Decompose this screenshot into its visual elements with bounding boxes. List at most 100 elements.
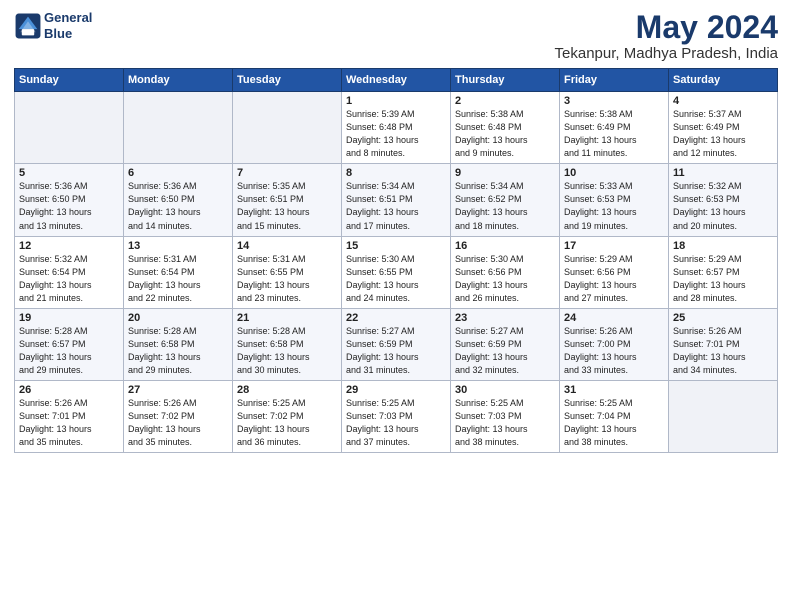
day-detail: Sunrise: 5:26 AMSunset: 7:00 PMDaylight:… xyxy=(564,325,664,377)
day-number: 21 xyxy=(237,312,337,324)
day-number: 18 xyxy=(673,240,773,252)
day-number: 7 xyxy=(237,167,337,179)
day-cell: 25Sunrise: 5:26 AMSunset: 7:01 PMDayligh… xyxy=(669,308,778,380)
col-header-tuesday: Tuesday xyxy=(233,69,342,92)
day-number: 29 xyxy=(346,384,446,396)
logo-icon xyxy=(14,12,42,40)
day-detail: Sunrise: 5:27 AMSunset: 6:59 PMDaylight:… xyxy=(455,325,555,377)
week-row-2: 5Sunrise: 5:36 AMSunset: 6:50 PMDaylight… xyxy=(15,164,778,236)
day-cell: 29Sunrise: 5:25 AMSunset: 7:03 PMDayligh… xyxy=(342,380,451,452)
day-number: 8 xyxy=(346,167,446,179)
day-detail: Sunrise: 5:25 AMSunset: 7:04 PMDaylight:… xyxy=(564,397,664,449)
day-number: 6 xyxy=(128,167,228,179)
day-number: 2 xyxy=(455,95,555,107)
day-cell: 4Sunrise: 5:37 AMSunset: 6:49 PMDaylight… xyxy=(669,92,778,164)
day-cell: 30Sunrise: 5:25 AMSunset: 7:03 PMDayligh… xyxy=(451,380,560,452)
col-header-wednesday: Wednesday xyxy=(342,69,451,92)
day-cell: 1Sunrise: 5:39 AMSunset: 6:48 PMDaylight… xyxy=(342,92,451,164)
day-cell: 3Sunrise: 5:38 AMSunset: 6:49 PMDaylight… xyxy=(560,92,669,164)
day-cell: 19Sunrise: 5:28 AMSunset: 6:57 PMDayligh… xyxy=(15,308,124,380)
day-detail: Sunrise: 5:25 AMSunset: 7:02 PMDaylight:… xyxy=(237,397,337,449)
day-cell: 31Sunrise: 5:25 AMSunset: 7:04 PMDayligh… xyxy=(560,380,669,452)
week-row-5: 26Sunrise: 5:26 AMSunset: 7:01 PMDayligh… xyxy=(15,380,778,452)
day-number: 3 xyxy=(564,95,664,107)
week-row-1: 1Sunrise: 5:39 AMSunset: 6:48 PMDaylight… xyxy=(15,92,778,164)
day-number: 10 xyxy=(564,167,664,179)
day-detail: Sunrise: 5:35 AMSunset: 6:51 PMDaylight:… xyxy=(237,180,337,232)
day-number: 5 xyxy=(19,167,119,179)
col-header-friday: Friday xyxy=(560,69,669,92)
day-cell: 14Sunrise: 5:31 AMSunset: 6:55 PMDayligh… xyxy=(233,236,342,308)
day-number: 11 xyxy=(673,167,773,179)
day-cell xyxy=(233,92,342,164)
day-cell: 23Sunrise: 5:27 AMSunset: 6:59 PMDayligh… xyxy=(451,308,560,380)
day-number: 15 xyxy=(346,240,446,252)
title-block: May 2024 Tekanpur, Madhya Pradesh, India xyxy=(555,10,778,62)
header: General Blue May 2024 Tekanpur, Madhya P… xyxy=(14,10,778,62)
logo-text: General Blue xyxy=(44,10,92,41)
day-cell xyxy=(15,92,124,164)
day-number: 4 xyxy=(673,95,773,107)
calendar-table: SundayMondayTuesdayWednesdayThursdayFrid… xyxy=(14,68,778,453)
day-number: 31 xyxy=(564,384,664,396)
day-cell xyxy=(669,380,778,452)
day-detail: Sunrise: 5:29 AMSunset: 6:57 PMDaylight:… xyxy=(673,253,773,305)
day-number: 13 xyxy=(128,240,228,252)
day-cell: 16Sunrise: 5:30 AMSunset: 6:56 PMDayligh… xyxy=(451,236,560,308)
day-number: 27 xyxy=(128,384,228,396)
day-number: 16 xyxy=(455,240,555,252)
day-cell: 2Sunrise: 5:38 AMSunset: 6:48 PMDaylight… xyxy=(451,92,560,164)
day-cell: 10Sunrise: 5:33 AMSunset: 6:53 PMDayligh… xyxy=(560,164,669,236)
day-detail: Sunrise: 5:26 AMSunset: 7:01 PMDaylight:… xyxy=(673,325,773,377)
subtitle: Tekanpur, Madhya Pradesh, India xyxy=(555,45,778,62)
day-detail: Sunrise: 5:26 AMSunset: 7:02 PMDaylight:… xyxy=(128,397,228,449)
day-detail: Sunrise: 5:28 AMSunset: 6:57 PMDaylight:… xyxy=(19,325,119,377)
col-header-saturday: Saturday xyxy=(669,69,778,92)
day-number: 1 xyxy=(346,95,446,107)
day-detail: Sunrise: 5:26 AMSunset: 7:01 PMDaylight:… xyxy=(19,397,119,449)
day-cell: 27Sunrise: 5:26 AMSunset: 7:02 PMDayligh… xyxy=(124,380,233,452)
day-cell: 26Sunrise: 5:26 AMSunset: 7:01 PMDayligh… xyxy=(15,380,124,452)
day-number: 22 xyxy=(346,312,446,324)
day-cell: 24Sunrise: 5:26 AMSunset: 7:00 PMDayligh… xyxy=(560,308,669,380)
day-detail: Sunrise: 5:36 AMSunset: 6:50 PMDaylight:… xyxy=(19,180,119,232)
day-detail: Sunrise: 5:34 AMSunset: 6:52 PMDaylight:… xyxy=(455,180,555,232)
day-number: 23 xyxy=(455,312,555,324)
col-header-sunday: Sunday xyxy=(15,69,124,92)
day-number: 12 xyxy=(19,240,119,252)
day-detail: Sunrise: 5:25 AMSunset: 7:03 PMDaylight:… xyxy=(346,397,446,449)
col-header-monday: Monday xyxy=(124,69,233,92)
day-detail: Sunrise: 5:38 AMSunset: 6:48 PMDaylight:… xyxy=(455,108,555,160)
day-detail: Sunrise: 5:36 AMSunset: 6:50 PMDaylight:… xyxy=(128,180,228,232)
day-cell xyxy=(124,92,233,164)
day-detail: Sunrise: 5:32 AMSunset: 6:53 PMDaylight:… xyxy=(673,180,773,232)
day-detail: Sunrise: 5:37 AMSunset: 6:49 PMDaylight:… xyxy=(673,108,773,160)
page: General Blue May 2024 Tekanpur, Madhya P… xyxy=(0,0,792,612)
day-detail: Sunrise: 5:32 AMSunset: 6:54 PMDaylight:… xyxy=(19,253,119,305)
day-cell: 15Sunrise: 5:30 AMSunset: 6:55 PMDayligh… xyxy=(342,236,451,308)
day-cell: 22Sunrise: 5:27 AMSunset: 6:59 PMDayligh… xyxy=(342,308,451,380)
day-detail: Sunrise: 5:39 AMSunset: 6:48 PMDaylight:… xyxy=(346,108,446,160)
day-number: 25 xyxy=(673,312,773,324)
day-detail: Sunrise: 5:31 AMSunset: 6:54 PMDaylight:… xyxy=(128,253,228,305)
day-cell: 9Sunrise: 5:34 AMSunset: 6:52 PMDaylight… xyxy=(451,164,560,236)
day-detail: Sunrise: 5:31 AMSunset: 6:55 PMDaylight:… xyxy=(237,253,337,305)
day-detail: Sunrise: 5:30 AMSunset: 6:56 PMDaylight:… xyxy=(455,253,555,305)
day-cell: 21Sunrise: 5:28 AMSunset: 6:58 PMDayligh… xyxy=(233,308,342,380)
day-detail: Sunrise: 5:34 AMSunset: 6:51 PMDaylight:… xyxy=(346,180,446,232)
day-cell: 12Sunrise: 5:32 AMSunset: 6:54 PMDayligh… xyxy=(15,236,124,308)
day-detail: Sunrise: 5:28 AMSunset: 6:58 PMDaylight:… xyxy=(128,325,228,377)
week-row-4: 19Sunrise: 5:28 AMSunset: 6:57 PMDayligh… xyxy=(15,308,778,380)
day-number: 24 xyxy=(564,312,664,324)
day-number: 9 xyxy=(455,167,555,179)
day-number: 17 xyxy=(564,240,664,252)
day-cell: 20Sunrise: 5:28 AMSunset: 6:58 PMDayligh… xyxy=(124,308,233,380)
day-cell: 13Sunrise: 5:31 AMSunset: 6:54 PMDayligh… xyxy=(124,236,233,308)
day-cell: 28Sunrise: 5:25 AMSunset: 7:02 PMDayligh… xyxy=(233,380,342,452)
day-detail: Sunrise: 5:28 AMSunset: 6:58 PMDaylight:… xyxy=(237,325,337,377)
day-detail: Sunrise: 5:33 AMSunset: 6:53 PMDaylight:… xyxy=(564,180,664,232)
day-detail: Sunrise: 5:25 AMSunset: 7:03 PMDaylight:… xyxy=(455,397,555,449)
main-title: May 2024 xyxy=(555,10,778,45)
logo: General Blue xyxy=(14,10,92,41)
day-cell: 5Sunrise: 5:36 AMSunset: 6:50 PMDaylight… xyxy=(15,164,124,236)
